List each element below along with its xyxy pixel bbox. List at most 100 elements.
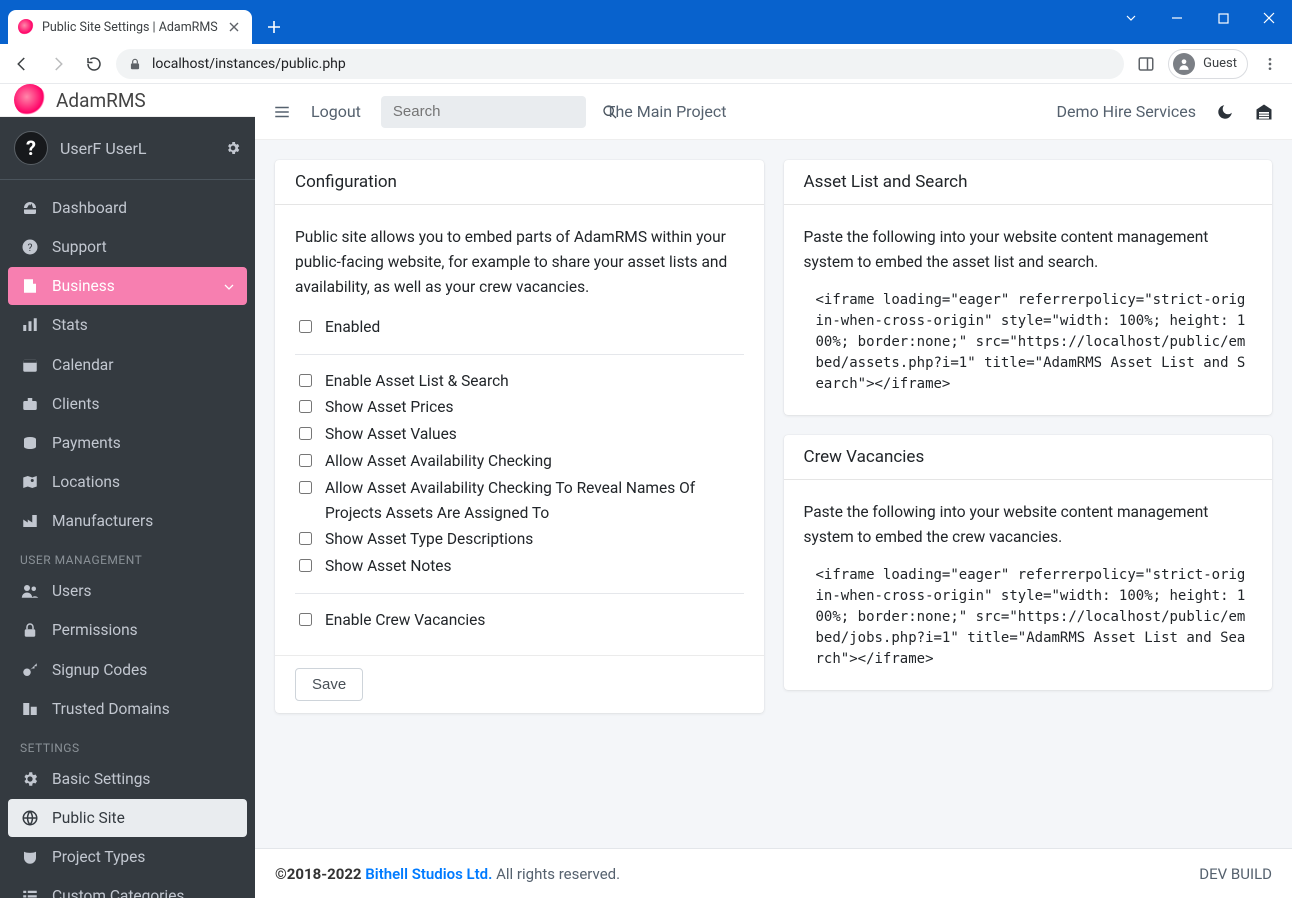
footer: ©2018-2022 Bithell Studios Ltd. All righ… — [255, 848, 1292, 898]
chart-icon — [20, 316, 40, 334]
opt-asset-prices-checkbox[interactable] — [299, 400, 312, 413]
hamburger-icon[interactable] — [273, 103, 291, 121]
crew-embed-card: Crew Vacancies Paste the following into … — [784, 435, 1273, 690]
sidebar-item-permissions[interactable]: Permissions — [8, 611, 247, 649]
browser-tab[interactable]: Public Site Settings | AdamRMS — [8, 10, 252, 44]
window-chevron-icon[interactable] — [1108, 0, 1154, 36]
building-icon — [20, 277, 40, 295]
footer-company-link[interactable]: Bithell Studios Ltd. — [365, 865, 492, 883]
users-icon — [20, 582, 40, 600]
topnav: Logout The Main Project Demo Hire Servic… — [255, 84, 1292, 140]
profile-label: Guest — [1203, 56, 1237, 71]
dark-mode-icon[interactable] — [1216, 103, 1234, 121]
sidebar-item-stats[interactable]: Stats — [8, 306, 247, 344]
window-controls — [1108, 0, 1292, 36]
sidebar-nav: Dashboard ?Support Business Stats Calend… — [0, 180, 255, 898]
opt-availability-checkbox[interactable] — [299, 454, 312, 467]
nav-reload-button[interactable] — [80, 50, 108, 78]
sidebar-item-custom-categories[interactable]: Custom Categories — [8, 877, 247, 898]
domain-icon — [20, 700, 40, 718]
warehouse-icon[interactable] — [1254, 102, 1274, 122]
sidebar-item-clients[interactable]: Clients — [8, 385, 247, 423]
asset-embed-code[interactable]: <iframe loading="eager" referrerpolicy="… — [804, 290, 1253, 395]
sidebar-item-payments[interactable]: Payments — [8, 424, 247, 462]
list-icon — [20, 887, 40, 898]
opt-type-desc-checkbox[interactable] — [299, 532, 312, 545]
industry-icon — [20, 512, 40, 530]
opt-reveal-names-checkbox[interactable] — [299, 481, 312, 494]
question-icon: ? — [20, 238, 40, 256]
tab-title: Public Site Settings | AdamRMS — [42, 20, 218, 35]
sidebar-item-users[interactable]: Users — [8, 572, 247, 610]
close-tab-icon[interactable] — [226, 19, 242, 35]
side-panel-icon[interactable] — [1132, 50, 1160, 78]
asset-embed-intro: Paste the following into your website co… — [804, 225, 1253, 275]
window-minimize-icon[interactable] — [1154, 0, 1200, 36]
sidebar-item-trusted-domains[interactable]: Trusted Domains — [8, 690, 247, 728]
nav-forward-button[interactable] — [44, 50, 72, 78]
main: Logout The Main Project Demo Hire Servic… — [255, 84, 1292, 898]
nav-back-button[interactable] — [8, 50, 36, 78]
enabled-label: Enabled — [325, 315, 380, 340]
profile-chip[interactable]: Guest — [1168, 49, 1248, 79]
logout-link[interactable]: Logout — [311, 102, 361, 121]
window-close-icon[interactable] — [1246, 0, 1292, 36]
sidebar-item-calendar[interactable]: Calendar — [8, 346, 247, 384]
tenant-link[interactable]: Demo Hire Services — [1057, 102, 1196, 121]
favicon-icon — [18, 19, 34, 35]
svg-text:?: ? — [28, 241, 33, 254]
sidebar-item-signup-codes[interactable]: Signup Codes — [8, 651, 247, 689]
brand-name: AdamRMS — [56, 89, 146, 112]
configuration-intro: Public site allows you to embed parts of… — [295, 225, 744, 299]
search-box[interactable] — [381, 96, 586, 128]
map-pin-icon — [20, 473, 40, 491]
gear-icon — [20, 770, 40, 788]
address-bar[interactable]: localhost/instances/public.php — [116, 49, 1124, 79]
chevron-down-icon — [223, 280, 235, 292]
lock-icon — [20, 621, 40, 639]
brand[interactable]: AdamRMS — [0, 84, 255, 117]
crew-embed-intro: Paste the following into your website co… — [804, 500, 1253, 550]
build-label: DEV BUILD — [1199, 865, 1272, 883]
gauge-icon — [20, 199, 40, 217]
enabled-checkbox[interactable] — [299, 320, 312, 333]
sidebar-header-settings: SETTINGS — [8, 729, 247, 759]
sidebar-item-manufacturers[interactable]: Manufacturers — [8, 502, 247, 540]
separator — [295, 593, 744, 594]
avatar-icon — [1173, 53, 1195, 75]
opt-asset-notes-checkbox[interactable] — [299, 559, 312, 572]
sidebar-header-um: USER MANAGEMENT — [8, 541, 247, 571]
sidebar-item-basic-settings[interactable]: Basic Settings — [8, 760, 247, 798]
coins-icon — [20, 434, 40, 452]
asset-embed-title: Asset List and Search — [784, 160, 1273, 205]
crew-embed-title: Crew Vacancies — [784, 435, 1273, 480]
crew-vacancies-checkbox[interactable] — [299, 613, 312, 626]
sidebar-item-project-types[interactable]: Project Types — [8, 838, 247, 876]
opt-asset-list-checkbox[interactable] — [299, 374, 312, 387]
search-input[interactable] — [391, 102, 594, 121]
configuration-card: Configuration Public site allows you to … — [275, 160, 764, 713]
briefcase-icon — [20, 395, 40, 413]
user-settings-icon[interactable] — [225, 140, 241, 156]
globe-icon — [20, 809, 40, 827]
window-maximize-icon[interactable] — [1200, 0, 1246, 36]
browser-toolbar: localhost/instances/public.php Guest — [0, 44, 1292, 84]
brand-logo-icon — [14, 84, 46, 116]
sidebar-item-public-site[interactable]: Public Site — [8, 799, 247, 837]
project-link[interactable]: The Main Project — [606, 102, 727, 121]
content: Configuration Public site allows you to … — [255, 140, 1292, 848]
calendar-icon — [20, 356, 40, 374]
new-tab-button[interactable] — [260, 13, 288, 41]
save-button[interactable]: Save — [295, 668, 363, 701]
sidebar-item-locations[interactable]: Locations — [8, 463, 247, 501]
user-avatar-icon: ? — [14, 131, 48, 165]
asset-embed-card: Asset List and Search Paste the followin… — [784, 160, 1273, 415]
url-text: localhost/instances/public.php — [152, 56, 346, 72]
opt-asset-values-checkbox[interactable] — [299, 427, 312, 440]
crew-embed-code[interactable]: <iframe loading="eager" referrerpolicy="… — [804, 565, 1253, 670]
sidebar-item-dashboard[interactable]: Dashboard — [8, 189, 247, 227]
sidebar-item-support[interactable]: ?Support — [8, 228, 247, 266]
kebab-menu-icon[interactable] — [1256, 50, 1284, 78]
sidebar-item-business[interactable]: Business — [8, 267, 247, 305]
user-name: UserF UserL — [60, 139, 147, 158]
